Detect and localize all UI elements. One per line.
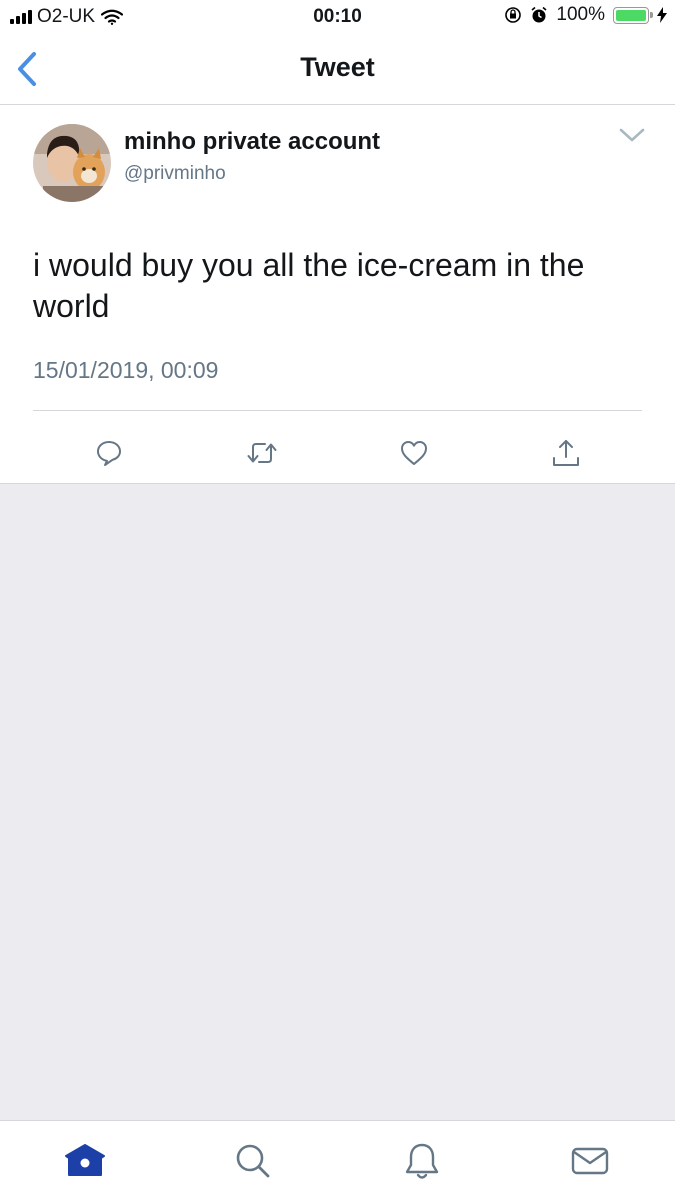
divider <box>33 410 642 411</box>
notifications-icon <box>405 1143 439 1179</box>
home-icon <box>65 1144 105 1176</box>
avatar[interactable] <box>33 124 111 202</box>
tab-notifications[interactable] <box>400 1139 444 1183</box>
reply-icon <box>97 441 121 466</box>
tweet-timestamp: 15/01/2019, 00:09 <box>33 357 219 383</box>
battery-percent: 100% <box>556 4 605 25</box>
battery-fill <box>616 9 646 21</box>
share-icon <box>553 440 579 466</box>
search-icon <box>236 1144 270 1178</box>
tab-messages[interactable] <box>568 1139 612 1183</box>
retweet-icon <box>247 443 277 463</box>
author-name[interactable]: minho private account <box>124 128 380 156</box>
tweet-actions <box>0 423 675 478</box>
nav-bar: Tweet <box>0 34 675 105</box>
avatar-image <box>33 124 111 202</box>
reply-button[interactable] <box>89 433 129 473</box>
page-title: Tweet <box>300 52 375 82</box>
battery-icon <box>613 6 653 24</box>
share-button[interactable] <box>546 433 586 473</box>
like-icon <box>401 441 427 465</box>
status-right: 100% <box>504 4 667 26</box>
tweet-detail: minho private account @privminho i would… <box>0 105 675 484</box>
author-handle[interactable]: @privminho <box>124 163 226 185</box>
charging-icon <box>657 7 667 23</box>
tab-search[interactable] <box>231 1139 275 1183</box>
tab-home[interactable] <box>63 1139 107 1183</box>
status-bar: O2-UK 00:10 100% <box>0 0 675 34</box>
alarm-icon <box>531 6 547 23</box>
like-button[interactable] <box>394 433 434 473</box>
tab-bar <box>0 1120 675 1201</box>
orientation-lock-icon <box>505 7 522 23</box>
more-options-button[interactable] <box>619 127 645 148</box>
retweet-button[interactable] <box>242 433 282 473</box>
messages-icon <box>571 1147 609 1175</box>
chevron-down-icon <box>619 128 645 142</box>
tweet-text: i would buy you all the ice-cream in the… <box>33 247 585 324</box>
